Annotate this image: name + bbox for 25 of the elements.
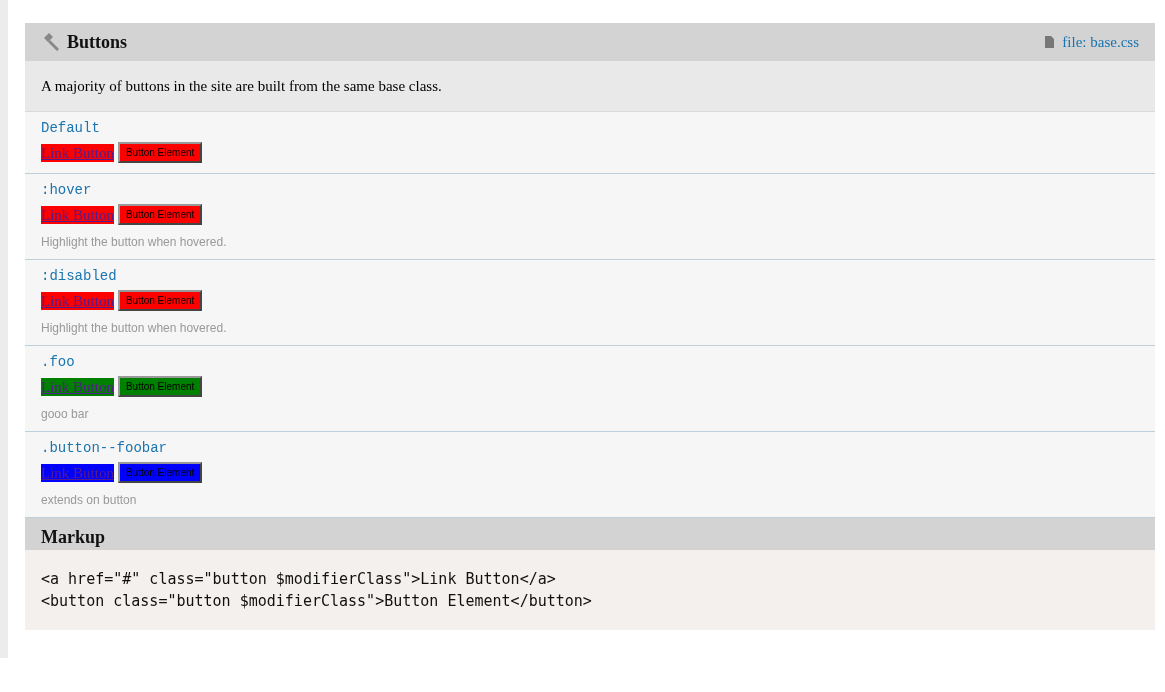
element-button[interactable]: Button Element [117, 462, 203, 483]
variant-name: .button--foobar [41, 440, 169, 456]
element-button[interactable]: Button Element [117, 376, 203, 397]
variant-name: :disabled [41, 268, 118, 284]
link-button[interactable]: Link Button [41, 143, 114, 162]
variant-name: :hover [41, 182, 93, 198]
element-button[interactable]: Button Element [117, 204, 203, 225]
code-line: <button class="button $modifierClass">Button Element</button> [41, 592, 593, 610]
variant-description: extends on button [41, 493, 138, 507]
code-line: <a href="#" class="button $modifierClass">Link Button</a> [41, 570, 557, 588]
variant-description: gooo bar [41, 407, 90, 421]
link-button[interactable]: Link Button [41, 205, 114, 224]
element-button[interactable]: Button Element [117, 142, 203, 163]
variant-description: Highlight the button when hovered. [41, 235, 228, 249]
variant-name: Default [41, 120, 101, 136]
link-button[interactable]: Link Button [41, 377, 114, 396]
file-link[interactable]: file: base.css [1045, 33, 1139, 51]
link-button[interactable]: Link Button [41, 291, 114, 310]
file-icon [1045, 36, 1055, 48]
markup-title: Markup [41, 527, 105, 548]
section-description: A majority of buttons in the site are built from the same base class. [25, 61, 1155, 112]
element-button[interactable]: Button Element [117, 290, 203, 311]
variant-name: .foo [41, 354, 76, 370]
section-title: Buttons [67, 31, 128, 53]
variant-description: Highlight the button when hovered. [41, 321, 228, 335]
